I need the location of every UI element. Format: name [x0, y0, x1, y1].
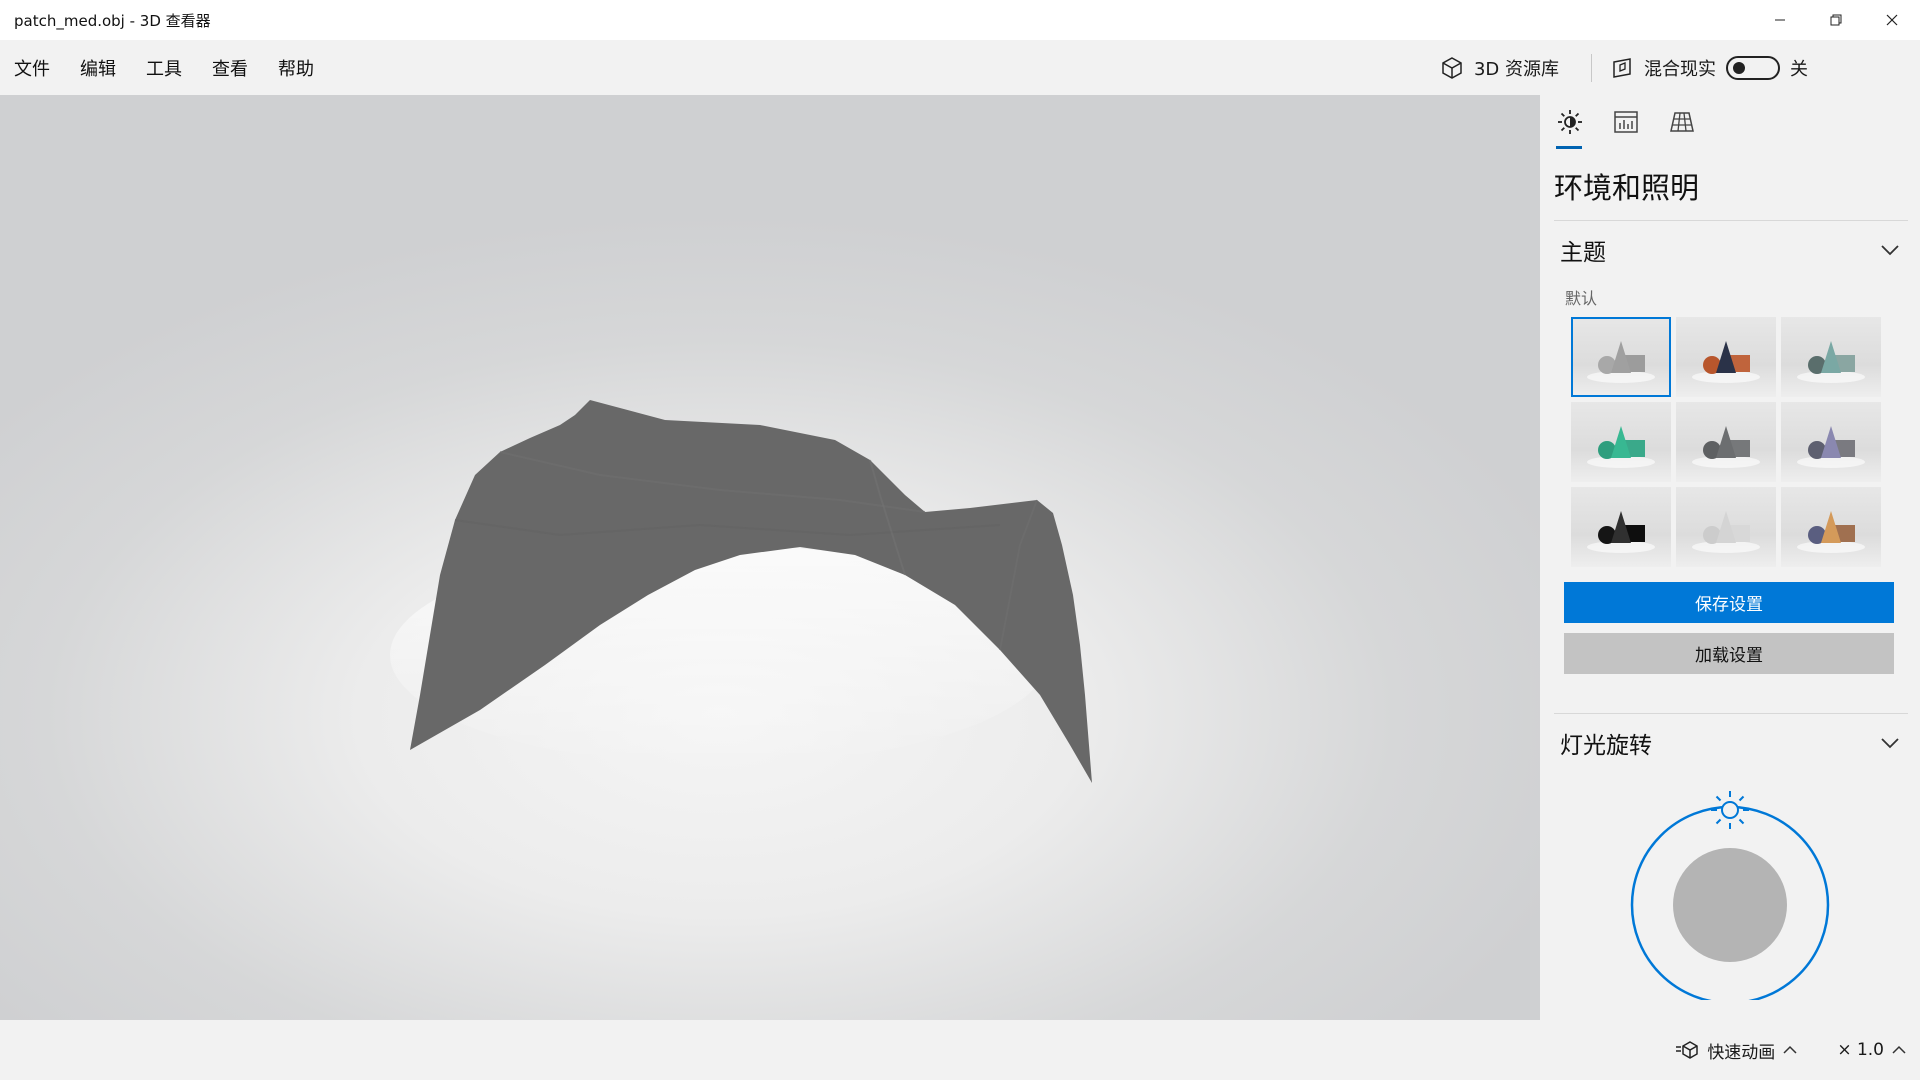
chevron-up-icon [1783, 1045, 1797, 1054]
3d-model[interactable] [0, 95, 1540, 1020]
theme-tile[interactable] [1676, 487, 1776, 567]
light-rotation-label: 灯光旋转 [1560, 733, 1652, 759]
close-button[interactable] [1864, 0, 1920, 40]
light-handle-sun-icon[interactable] [1711, 791, 1749, 829]
theme-section-header[interactable]: 主题 [1560, 230, 1900, 270]
panel-tabs [1554, 109, 1698, 149]
section-divider [1554, 220, 1908, 221]
theme-preview-icon [1797, 341, 1865, 383]
theme-preview-icon [1587, 426, 1655, 468]
tab-mesh[interactable] [1666, 109, 1698, 149]
quick-animation-label: 快速动画 [1707, 1042, 1776, 1063]
restore-button[interactable] [1808, 0, 1864, 40]
chevron-down-icon [1881, 245, 1899, 256]
menu-help[interactable]: 帮助 [263, 55, 329, 81]
theme-preview-icon [1692, 426, 1760, 468]
speed-control[interactable]: × 1.0 [1837, 1040, 1920, 1060]
menu-right-group: 3D 资源库 混合现实 关 [1440, 40, 1920, 95]
selected-theme-name: 默认 [1565, 289, 1598, 308]
load-settings-button[interactable]: 加载设置 [1564, 633, 1894, 674]
mixed-reality-label: 混合现实 [1644, 58, 1716, 80]
theme-preview-icon [1692, 511, 1760, 553]
menu-file[interactable]: 文件 [0, 55, 65, 81]
minimize-icon [1775, 19, 1785, 21]
menu-bar: 文件 编辑 工具 查看 帮助 3D 资源库 混合现实 关 [0, 40, 1920, 95]
tab-environment[interactable] [1554, 109, 1586, 149]
theme-preview-icon [1797, 426, 1865, 468]
menu-view[interactable]: 查看 [197, 55, 263, 81]
menu-edit[interactable]: 编辑 [65, 55, 131, 81]
theme-tile[interactable] [1571, 402, 1671, 482]
theme-preview-icon [1587, 341, 1655, 383]
quick-animation-button[interactable]: 快速动画 [1675, 1038, 1837, 1063]
speed-label: × 1.0 [1837, 1040, 1884, 1060]
light-rotation-dial[interactable] [1620, 775, 1840, 1000]
menu-tools[interactable]: 工具 [131, 55, 197, 81]
minimize-button[interactable] [1752, 0, 1808, 40]
save-settings-button[interactable]: 保存设置 [1564, 582, 1894, 623]
stats-icon [1614, 111, 1638, 133]
theme-tile[interactable] [1781, 487, 1881, 567]
light-rotation-header[interactable]: 灯光旋转 [1560, 723, 1900, 763]
3d-library-label: 3D 资源库 [1473, 58, 1559, 80]
theme-preview-icon [1587, 511, 1655, 553]
chevron-up-icon [1892, 1045, 1906, 1054]
animation-cube-icon [1676, 1041, 1699, 1059]
mixed-reality-icon [1613, 57, 1631, 78]
toggle-knob [1733, 61, 1745, 74]
panel-title: 环境和照明 [1554, 171, 1700, 205]
theme-preview-icon [1692, 341, 1760, 383]
theme-grid [1571, 317, 1883, 567]
close-icon [1886, 14, 1898, 26]
menu-divider [1591, 53, 1592, 82]
theme-tile[interactable] [1676, 402, 1776, 482]
chevron-down-icon [1881, 738, 1899, 749]
theme-preview-icon [1797, 511, 1865, 553]
section-divider [1554, 713, 1908, 714]
mixed-reality-toggle[interactable] [1726, 55, 1780, 80]
restore-icon [1830, 14, 1842, 26]
title-bar: patch_med.obj - 3D 查看器 [0, 0, 1920, 40]
status-bar: 快速动画 × 1.0 [0, 1020, 1920, 1080]
theme-tile[interactable] [1571, 487, 1671, 567]
window-controls [1752, 0, 1920, 40]
theme-tile[interactable] [1676, 317, 1776, 397]
theme-section-label: 主题 [1560, 240, 1606, 266]
dial-sphere [1673, 848, 1787, 962]
tab-stats[interactable] [1610, 109, 1642, 149]
theme-tile[interactable] [1571, 317, 1671, 397]
toggle-state-label: 关 [1790, 58, 1808, 80]
sun-icon [1558, 110, 1582, 134]
3d-library-button[interactable]: 3D 资源库 [1440, 55, 1591, 81]
mixed-reality-group: 混合现实 关 [1610, 55, 1920, 81]
window-title: patch_med.obj - 3D 查看器 [14, 11, 211, 30]
grid-icon [1670, 112, 1694, 132]
environment-panel: 环境和照明 主题 默认 保存设置 加载设置 灯光旋转 [1540, 95, 1920, 1020]
3d-viewport[interactable] [0, 95, 1540, 1020]
theme-tile[interactable] [1781, 402, 1881, 482]
cube-icon [1442, 56, 1462, 79]
theme-tile[interactable] [1781, 317, 1881, 397]
